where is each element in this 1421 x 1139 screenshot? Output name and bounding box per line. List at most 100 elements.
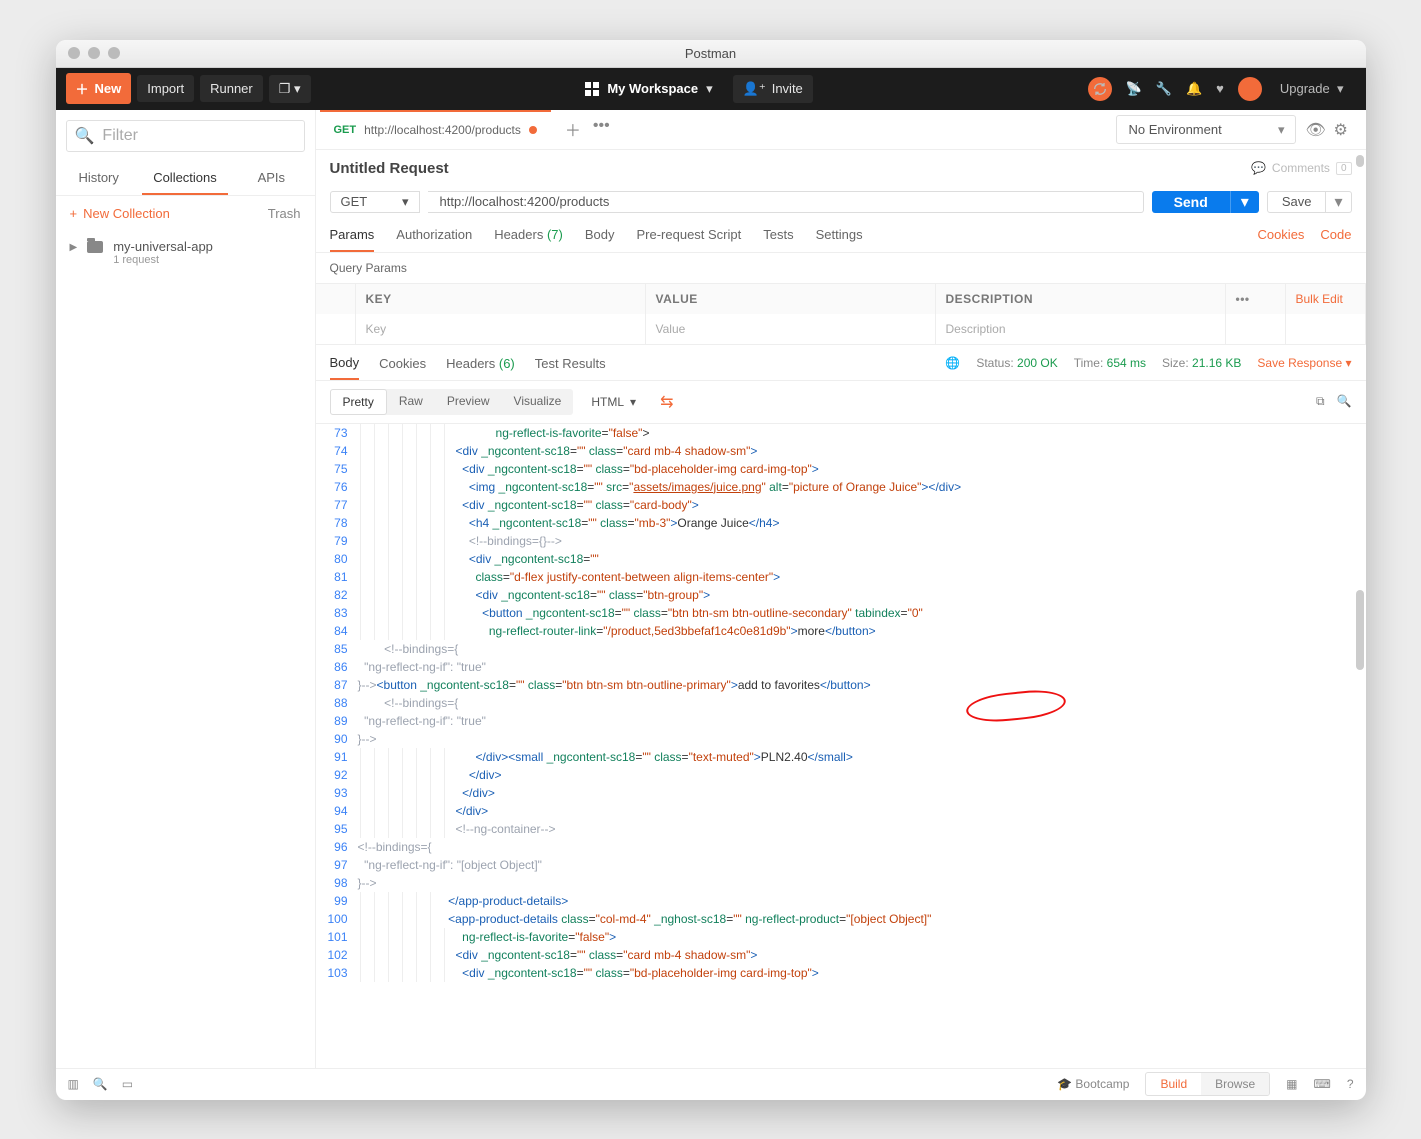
workspace-selector[interactable]: My Workspace ▾ (585, 81, 712, 97)
search-icon[interactable]: 🔍 (1337, 394, 1352, 409)
import-button[interactable]: Import (137, 75, 194, 102)
code-line[interactable]: 92 </div> (316, 766, 1366, 784)
scroll-indicator-2[interactable] (1356, 590, 1364, 670)
subtab-settings[interactable]: Settings (816, 227, 863, 252)
console-icon[interactable]: ▭ (122, 1077, 133, 1091)
invite-button[interactable]: 👤⁺Invite (733, 75, 813, 103)
filter-input[interactable]: 🔍 Filter (66, 120, 305, 152)
satellite-icon[interactable]: 📡 (1126, 81, 1142, 97)
tab-apis[interactable]: APIs (228, 162, 314, 195)
code-line[interactable]: 98}--> (316, 874, 1366, 892)
code-line[interactable]: 100 <app-product-details class="col-md-4… (316, 910, 1366, 928)
subtab-auth[interactable]: Authorization (396, 227, 472, 252)
code-line[interactable]: 76 <img _ngcontent-sc18="" src="assets/i… (316, 478, 1366, 496)
request-name[interactable]: Untitled Request (330, 160, 449, 177)
code-line[interactable]: 78 <h4 _ngcontent-sc18="" class="mb-3">O… (316, 514, 1366, 532)
copy-icon[interactable]: ⧉ (1316, 394, 1325, 409)
help-icon[interactable]: ? (1347, 1077, 1354, 1091)
add-tab-icon[interactable]: ＋ (565, 117, 581, 141)
code-line[interactable]: 95<!--ng-container--> (316, 820, 1366, 838)
sync-icon[interactable] (1088, 77, 1112, 101)
wrench-icon[interactable]: 🔧 (1156, 81, 1172, 97)
runner-button[interactable]: Runner (200, 75, 263, 102)
bootcamp-link[interactable]: 🎓 Bootcamp (1057, 1077, 1129, 1091)
code-line[interactable]: 96<!--bindings={ (316, 838, 1366, 856)
comments-button[interactable]: 💬 Comments 0 (1251, 161, 1352, 175)
code-line[interactable]: 75 <div _ngcontent-sc18="" class="bd-pla… (316, 460, 1366, 478)
heart-icon[interactable]: ♥ (1216, 81, 1224, 96)
subtab-prerequest[interactable]: Pre-request Script (636, 227, 741, 252)
close-dot[interactable] (68, 47, 80, 59)
response-body[interactable]: 73 ng-reflect-is-favorite="false">74<div… (316, 424, 1366, 1068)
col-more[interactable]: ••• (1226, 284, 1286, 314)
shortcuts-icon[interactable]: ⌨ (1313, 1077, 1330, 1091)
code-link[interactable]: Code (1320, 227, 1351, 252)
cookies-link[interactable]: Cookies (1257, 227, 1304, 252)
code-line[interactable]: 82 <div _ngcontent-sc18="" class="btn-gr… (316, 586, 1366, 604)
code-line[interactable]: 83 <button _ngcontent-sc18="" class="btn… (316, 604, 1366, 622)
environment-select[interactable]: No Environment (1116, 115, 1296, 144)
send-caret[interactable]: ▾ (1230, 191, 1259, 213)
new-window-button[interactable]: ❐ ▾ (269, 75, 311, 103)
code-line[interactable]: 81 class="d-flex justify-content-between… (316, 568, 1366, 586)
trash-link[interactable]: Trash (268, 206, 301, 221)
code-line[interactable]: 91 </div><small _ngcontent-sc18="" class… (316, 748, 1366, 766)
mode-browse[interactable]: Browse (1201, 1073, 1269, 1095)
code-line[interactable]: 103 <div _ngcontent-sc18="" class="bd-pl… (316, 964, 1366, 982)
save-button[interactable]: Save (1267, 191, 1327, 213)
bulk-edit-link[interactable]: Bulk Edit (1286, 284, 1366, 314)
param-row-empty[interactable]: Key Value Description (316, 314, 1366, 344)
url-input[interactable]: http://localhost:4200/products (428, 191, 1144, 213)
code-line[interactable]: 93 </div> (316, 784, 1366, 802)
subtab-headers[interactable]: Headers (7) (494, 227, 563, 252)
new-collection-button[interactable]: +New Collection (70, 206, 170, 221)
code-line[interactable]: 86 "ng-reflect-ng-if": "true" (316, 658, 1366, 676)
collection-item[interactable]: ▶ my-universal-app 1 request (56, 231, 315, 274)
code-line[interactable]: 77 <div _ngcontent-sc18="" class="card-b… (316, 496, 1366, 514)
code-line[interactable]: 102<div _ngcontent-sc18="" class="card m… (316, 946, 1366, 964)
code-line[interactable]: 90}--> (316, 730, 1366, 748)
layout-icon[interactable]: ▦ (1286, 1077, 1297, 1091)
globe-icon[interactable]: 🌐 (945, 356, 960, 370)
view-raw[interactable]: Raw (387, 389, 435, 415)
scroll-indicator[interactable] (1356, 155, 1364, 167)
view-pretty[interactable]: Pretty (330, 389, 387, 415)
code-line[interactable]: 101 ng-reflect-is-favorite="false"> (316, 928, 1366, 946)
code-line[interactable]: 80 <div _ngcontent-sc18="" (316, 550, 1366, 568)
wrap-lines-icon[interactable]: ⇆ (654, 392, 679, 412)
code-line[interactable]: 84 ng-reflect-router-link="/product,5ed3… (316, 622, 1366, 640)
account-avatar[interactable] (1238, 77, 1262, 101)
code-line[interactable]: 97 "ng-reflect-ng-if": "[object Object]" (316, 856, 1366, 874)
request-tab[interactable]: GET http://localhost:4200/products (320, 110, 551, 149)
zoom-dot[interactable] (108, 47, 120, 59)
view-visualize[interactable]: Visualize (502, 389, 574, 415)
method-select[interactable]: GET▾ (330, 191, 420, 213)
new-button[interactable]: ＋New (66, 73, 132, 104)
tab-more-icon[interactable]: ••• (593, 117, 610, 141)
gear-icon[interactable]: ⚙ (1334, 120, 1352, 138)
code-line[interactable]: 99 </app-product-details> (316, 892, 1366, 910)
code-line[interactable]: 79 <!--bindings={}--> (316, 532, 1366, 550)
code-line[interactable]: 85 <!--bindings={ (316, 640, 1366, 658)
resp-tab-tests[interactable]: Test Results (535, 356, 606, 379)
subtab-tests[interactable]: Tests (763, 227, 793, 252)
eye-icon[interactable]: 👁 (1306, 120, 1324, 138)
code-line[interactable]: 88 <!--bindings={ (316, 694, 1366, 712)
code-line[interactable]: 94</div> (316, 802, 1366, 820)
subtab-body[interactable]: Body (585, 227, 615, 252)
bell-icon[interactable]: 🔔 (1186, 81, 1202, 97)
language-select[interactable]: HTML▾ (579, 390, 648, 414)
code-line[interactable]: 89 "ng-reflect-ng-if": "true" (316, 712, 1366, 730)
mode-build[interactable]: Build (1146, 1073, 1201, 1095)
resp-tab-cookies[interactable]: Cookies (379, 356, 426, 379)
resp-tab-body[interactable]: Body (330, 355, 360, 380)
resp-tab-headers[interactable]: Headers (6) (446, 356, 515, 379)
subtab-params[interactable]: Params (330, 227, 375, 252)
upgrade-button[interactable]: Upgrade ▾ (1268, 75, 1356, 103)
find-icon[interactable]: 🔍 (93, 1077, 108, 1091)
code-line[interactable]: 87}--><button _ngcontent-sc18="" class="… (316, 676, 1366, 694)
code-line[interactable]: 73 ng-reflect-is-favorite="false"> (316, 424, 1366, 442)
tab-collections[interactable]: Collections (142, 162, 228, 195)
sidebar-toggle-icon[interactable]: ▥ (68, 1077, 79, 1091)
minimize-dot[interactable] (88, 47, 100, 59)
